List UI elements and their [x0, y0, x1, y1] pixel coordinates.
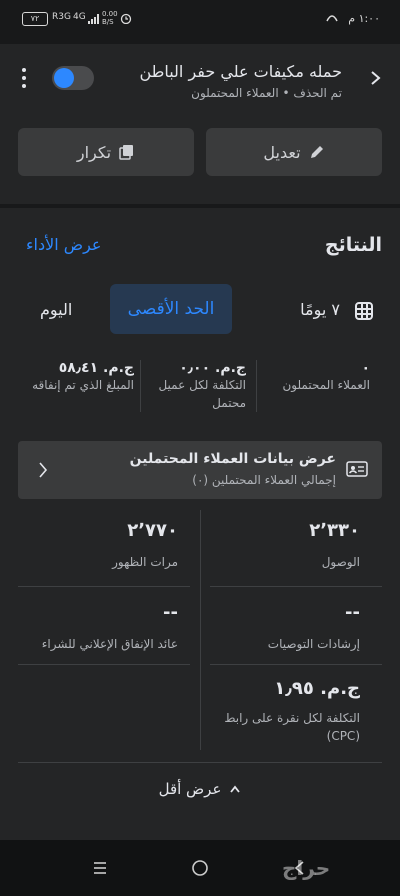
recent-apps-icon[interactable]: [92, 860, 108, 876]
summary-cost-per-lead: ج.م. ٠٫٠٠ التكلفة لكل عميل محتمل: [154, 360, 246, 412]
campaign-toggle[interactable]: [52, 66, 94, 90]
speed-label: 0.00 B/S: [102, 10, 118, 26]
clock: ١:٠٠ م: [348, 12, 380, 25]
leads-data-card[interactable]: عرض بيانات العملاء المحتملين إجمالي العم…: [18, 441, 382, 499]
summary-divider: [140, 360, 141, 412]
metric-impressions: ٢٬٧٧٠ مرات الظهور: [28, 520, 178, 571]
summary-leads-label: العملاء المحتملون: [282, 378, 370, 392]
more-options-icon[interactable]: [18, 66, 30, 90]
results-panel: النتائج عرض الأداء ٧ يومًا الحد الأقصى ا…: [0, 208, 400, 896]
tab-today[interactable]: اليوم: [40, 300, 72, 319]
metric-impressions-value: ٢٬٧٧٠: [127, 520, 178, 541]
metric-reach-value: ٢٬٣٣٠: [309, 520, 360, 541]
network-label: 4G: [73, 12, 86, 22]
chevron-right-icon: [36, 461, 50, 479]
tab-maximum[interactable]: الحد الأقصى: [110, 284, 232, 334]
metric-cpc: ج.م. ١٫٩٥ التكلفة لكل نقرة على رابط (CPC…: [210, 678, 360, 745]
edit-button[interactable]: تعديل: [206, 128, 382, 176]
whatsapp-icon: [326, 13, 338, 23]
metric-roas: -- عائد الإنفاق الإعلاني للشراء: [18, 602, 178, 653]
tab-maximum-label: الحد الأقصى: [127, 299, 215, 319]
results-title: النتائج: [324, 234, 382, 256]
summary-amount-spent: ج.م. ٥٨٫٤١ المبلغ الذي تم إنفاقه: [20, 360, 134, 394]
metric-recommendations-label: إرشادات التوصيات: [267, 637, 360, 651]
grid-divider: [18, 586, 190, 587]
summary-spent-value: ج.م. ٥٨٫٤١: [58, 360, 134, 376]
summary-cpl-value: ج.م. ٠٫٠٠: [179, 360, 246, 376]
metric-recommendations-value: --: [345, 602, 360, 623]
alarm-icon: [120, 12, 132, 24]
metric-reach: ٢٬٣٣٠ الوصول: [210, 520, 360, 571]
home-icon[interactable]: [191, 859, 209, 877]
divider: [18, 762, 382, 763]
summary-leads: ٠ العملاء المحتملون: [270, 360, 370, 394]
view-performance-link[interactable]: عرض الأداء: [26, 235, 101, 254]
haraj-watermark: حراج: [282, 856, 331, 880]
summary-spent-label: المبلغ الذي تم إنفاقه: [32, 378, 134, 392]
summary-divider: [256, 360, 257, 412]
signal-icon: [88, 14, 100, 24]
metric-recommendations: -- إرشادات التوصيات: [200, 602, 360, 653]
leads-card-subtitle: إجمالي العملاء المحتملين (٠): [192, 473, 336, 487]
back-chevron-icon[interactable]: [366, 68, 386, 88]
show-less-label: عرض أقل: [158, 780, 222, 798]
grid-divider: [18, 664, 190, 665]
metric-cpc-label: التكلفة لكل نقرة على رابط (CPC): [224, 711, 360, 743]
summary-cpl-label: التكلفة لكل عميل محتمل: [158, 378, 246, 410]
metric-impressions-label: مرات الظهور: [112, 555, 178, 569]
pencil-icon: [309, 144, 325, 160]
system-nav-bar: حراج: [0, 840, 400, 896]
tab-7-days[interactable]: ٧ يومًا: [300, 300, 340, 319]
metric-reach-label: الوصول: [321, 555, 360, 569]
duplicate-label: تكرار: [76, 142, 112, 162]
calendar-grid-icon[interactable]: [354, 301, 374, 321]
metric-cpc-value: ج.م. ١٫٩٥: [274, 678, 360, 699]
metric-roas-label: عائد الإنفاق الإعلاني للشراء: [41, 637, 178, 651]
campaign-subtitle: تم الحذف • العملاء المحتملون: [191, 86, 342, 100]
leads-card-title: عرض بيانات العملاء المحتملين: [129, 451, 336, 467]
show-less-button[interactable]: عرض أقل: [150, 778, 250, 800]
grid-divider: [210, 664, 382, 665]
campaign-title: حمله مكيفات علي حفر الباطن: [139, 62, 342, 81]
edit-label: تعديل: [263, 142, 301, 162]
r3g-label: R3G: [52, 12, 71, 22]
copy-icon: [119, 144, 135, 160]
battery-icon: ٧٢: [22, 12, 48, 26]
toggle-knob: [54, 68, 74, 88]
grid-divider: [210, 586, 382, 587]
chevron-up-icon: [229, 784, 241, 794]
duplicate-button[interactable]: تكرار: [18, 128, 194, 176]
summary-leads-value: ٠: [361, 360, 370, 376]
metric-roas-value: --: [163, 602, 178, 623]
status-bar: ٧٢ R3G 4G 0.00 B/S ١:٠٠ م: [0, 0, 400, 44]
campaign-header: حمله مكيفات علي حفر الباطن تم الحذف • ال…: [0, 44, 400, 204]
id-card-icon: [346, 459, 368, 479]
